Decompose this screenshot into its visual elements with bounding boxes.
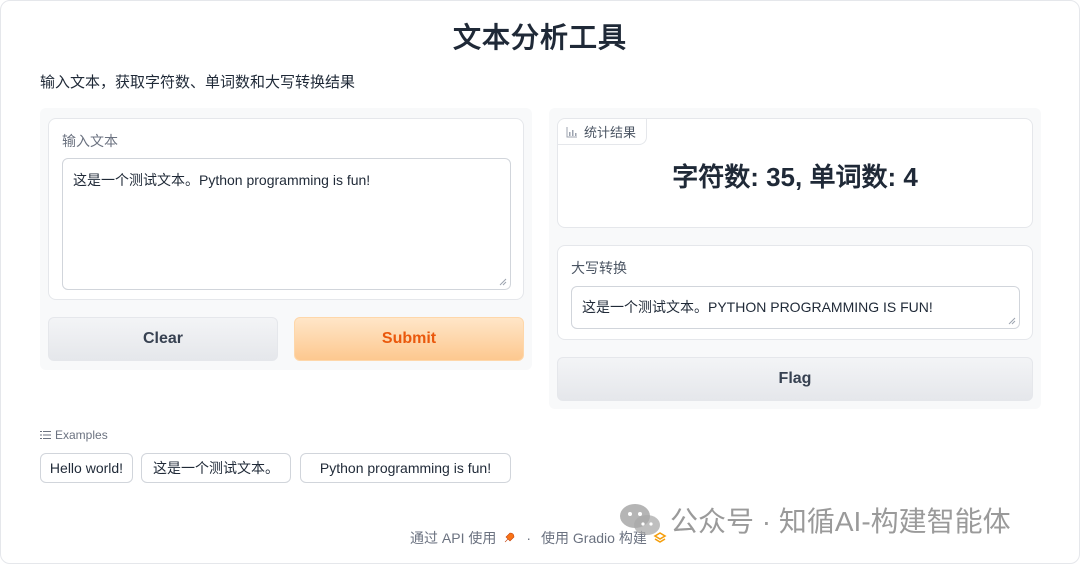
upper-output[interactable]: 这是一个测试文本。PYTHON PROGRAMMING IS FUN! [571,286,1020,329]
example-item[interactable]: Python programming is fun! [300,453,511,483]
submit-button[interactable]: Submit [294,317,524,361]
examples-label: Examples [55,428,108,442]
bar-chart-icon [566,126,577,137]
upper-text: 这是一个测试文本。PYTHON PROGRAMMING IS FUN! [582,299,933,315]
watermark-text: 公众号 · 知循AI-构建智能体 [670,506,1011,537]
stats-label: 统计结果 [584,125,637,140]
footer-separator: · [526,530,532,546]
stats-value: 字符数: 35, 单词数: 4 [672,162,918,192]
clear-button[interactable]: Clear [48,317,278,361]
input-label: 输入文本 [62,133,118,149]
upper-card: 大写转换 这是一个测试文本。PYTHON PROGRAMMING IS FUN! [557,245,1033,340]
input-card: 输入文本 这是一个测试文本。Python programming is fun! [48,118,524,300]
page-title: 文本分析工具 [452,22,627,53]
wechat-icon [620,504,660,535]
input-panel: 输入文本 这是一个测试文本。Python programming is fun!… [40,108,532,370]
example-item[interactable]: 这是一个测试文本。 [141,453,291,483]
api-link[interactable]: 通过 API 使用 [410,528,496,548]
list-icon [40,431,51,439]
input-textarea[interactable]: 这是一个测试文本。Python programming is fun! [62,158,511,290]
page-description: 输入文本，获取字符数、单词数和大写转换结果 [40,74,356,91]
rocket-icon [505,532,515,543]
stats-card: 统计结果 字符数: 35, 单词数: 4 [557,118,1033,228]
examples-header: Examples [40,428,108,442]
input-text: 这是一个测试文本。Python programming is fun! [73,172,371,188]
output-panel: 统计结果 字符数: 35, 单词数: 4 大写转换 这是一个测试文本。PYTHO… [549,108,1041,409]
upper-label: 大写转换 [571,260,627,276]
resize-grip-icon[interactable] [1008,317,1016,325]
example-item[interactable]: Hello world! [40,453,133,483]
flag-button[interactable]: Flag [557,357,1033,401]
watermark: 公众号 · 知循AI-构建智能体 [618,500,1011,540]
resize-grip-icon[interactable] [499,278,507,286]
stats-tag: 统计结果 [558,119,648,145]
